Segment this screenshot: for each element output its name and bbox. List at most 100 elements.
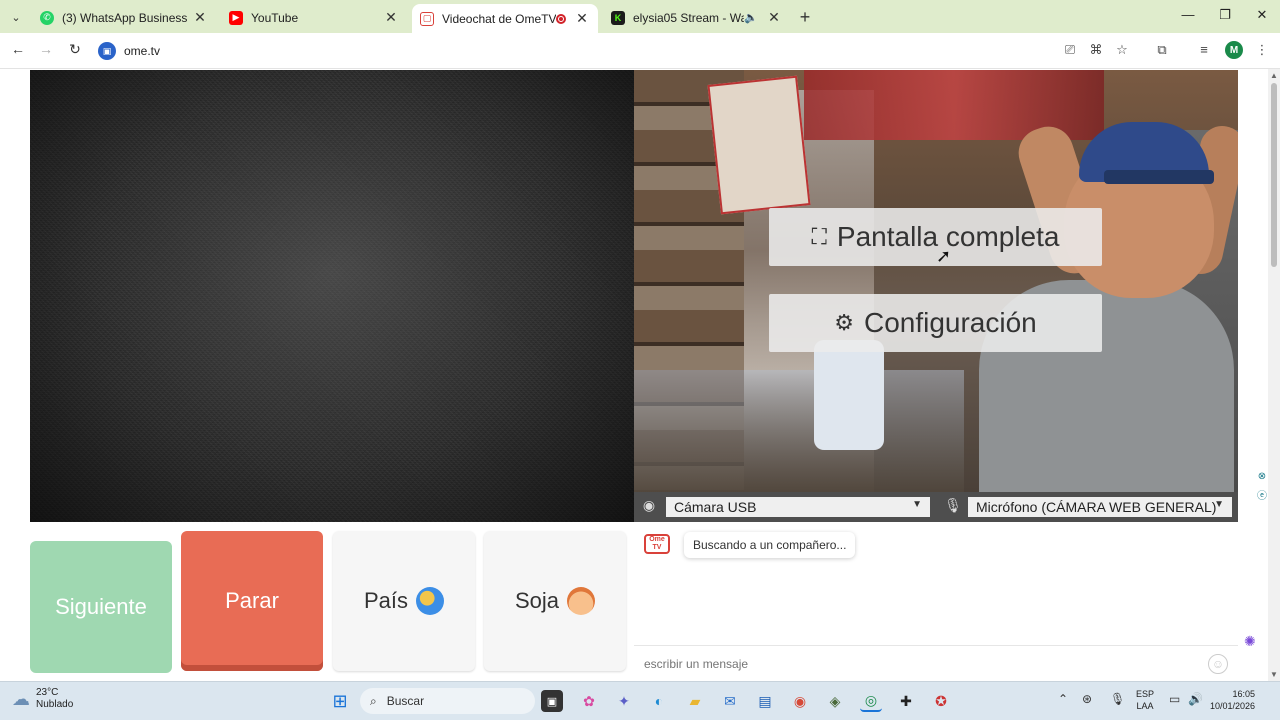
partner-video-static [30,70,634,522]
boy-face-icon [567,587,596,615]
media-control-icon[interactable]: ≡ [1195,42,1213,57]
speaker-icon[interactable]: 🔈 [744,11,758,24]
windows-start-icon[interactable]: ⊞ [329,690,351,712]
video-background [634,370,964,492]
close-tab-icon[interactable]: ✕ [766,9,782,26]
next-button[interactable]: Siguiente [30,541,172,673]
maximize-icon[interactable]: ❐ [1215,7,1235,23]
weather-condition: Nublado [36,699,74,710]
scroll-thumb[interactable] [1271,83,1277,267]
search-label: Buscar [386,694,425,708]
volume-icon[interactable]: 🔊 [1188,692,1203,706]
chat-status-message: Buscando a un compañero... [684,532,856,558]
emoji-icon[interactable]: ☺ [1208,654,1228,674]
close-circle-icon[interactable]: ⊗ [1256,471,1268,485]
edge-icon[interactable]: ◐ [648,690,670,712]
teams-icon[interactable]: ✦ [613,690,635,712]
page-scrollbar[interactable]: ▲ ▼ [1268,69,1280,681]
browser-toolbar: ← → ↻ ▣ ome.tv ⎚ ⌘ ☆ ⧉ ≡ M ⋮ [0,33,1280,69]
extension-e-icon[interactable]: ⓔ [1256,487,1268,502]
assistant-extension-icon[interactable]: ✺ [1244,633,1256,650]
forward-arrow-icon[interactable]: → [36,41,56,57]
search-icon: ⌕ [370,693,377,708]
self-camera-video: ⛶ Pantalla completa ⚙ Configuración ➚ [634,70,1238,492]
microphone-select-value: Micrófono (CÁMARA WEB GENERAL) [976,499,1217,515]
copilot-icon[interactable]: ✿ [578,690,600,712]
close-window-icon[interactable]: ✕ [1252,7,1272,23]
minimize-icon[interactable]: — [1178,7,1198,22]
temperature: 23°C [36,687,59,698]
chrome-icon[interactable]: ◉ [789,690,811,712]
scroll-up-icon[interactable]: ▲ [1270,71,1278,80]
tab-ometv[interactable]: ▢ Videochat de OmeTV: una a ✕ [412,4,598,33]
close-tab-icon[interactable]: ✕ [192,9,208,26]
close-tab-icon[interactable]: ✕ [383,9,399,26]
taskbar-search[interactable]: ⌕ Buscar [360,688,535,714]
kick-icon: K [611,10,625,25]
app-icon[interactable]: ✪ [930,690,952,712]
gender-button-label: Soja [514,588,560,613]
microphone-icon: 🎙 [944,497,962,513]
stop-button[interactable]: Parar [181,531,323,671]
reload-icon[interactable]: ↻ [65,41,85,58]
tab-whatsapp[interactable]: ✆ (3) WhatsApp Business ✕ [32,4,216,31]
recording-icon [556,13,566,24]
message-input[interactable] [634,656,1194,671]
tab-title: YouTube [251,10,299,25]
show-hidden-icons-chevron-icon[interactable]: ⌃ [1058,692,1068,706]
app-icon[interactable]: ✚ [895,690,917,712]
globe-icon [416,587,445,615]
language-indicator[interactable]: ESP LAA [1136,688,1154,712]
tab-title: (3) WhatsApp Business [62,10,188,25]
youtube-icon: ▶ [229,10,243,25]
translate-icon[interactable]: ⌘ [1087,42,1105,58]
tab-search-chevron-icon[interactable]: ⌄ [6,7,26,27]
microphone-select[interactable]: Micrófono (CÁMARA WEB GENERAL) ▼ [968,497,1232,517]
country-button[interactable]: País [333,531,475,671]
microphone-icon[interactable]: 🎙 [1110,692,1125,706]
tab-title: Videochat de OmeTV: una a [442,11,556,26]
address-bar[interactable]: ▣ ome.tv [98,39,1038,63]
scroll-down-icon[interactable]: ▼ [1270,670,1278,679]
close-tab-icon[interactable]: ✕ [574,10,590,27]
windows-taskbar: ☁ 23°C Nublado ⊞ ⌕ Buscar ▣ ✿ ✦ ◐ ▰ ✉ ▤ … [0,681,1280,720]
new-tab-button[interactable]: + [796,7,814,28]
weather-widget[interactable]: ☁ 23°C Nublado [12,687,73,711]
network-icon[interactable]: ▭ [1169,692,1180,706]
menu-kebab-icon[interactable]: ⋮ [1253,42,1271,58]
back-arrow-icon[interactable]: ← [8,41,28,57]
profile-avatar[interactable]: M [1225,41,1243,59]
outlook-icon[interactable]: ✉ [719,690,741,712]
language-code: ESP [1136,689,1155,699]
file-explorer-icon[interactable]: ▰ [684,690,706,712]
stop-button-label: Parar [225,588,279,613]
app-icon[interactable]: ◈ [824,690,846,712]
task-view-icon[interactable]: ▣ [541,690,563,712]
store-icon[interactable]: ▤ [754,690,776,712]
settings-button[interactable]: ⚙ Configuración [769,294,1102,352]
clock-date: 10/01/2026 [1210,701,1256,711]
chrome-profile-icon[interactable]: ◎ [860,690,882,712]
browser-tab-strip: ⌄ ✆ (3) WhatsApp Business ✕ ▶ YouTube ✕ … [0,0,1280,33]
whatsapp-icon: ✆ [40,10,54,25]
tab-title: elysia05 Stream - Watch Liv [633,10,745,25]
gender-button[interactable]: Soja [484,531,626,671]
bookmark-star-icon[interactable]: ☆ [1113,42,1131,58]
site-info-icon[interactable]: ▣ [98,42,116,60]
tab-kick-stream[interactable]: K elysia05 Stream - Watch Liv 🔈 ✕ [603,4,790,31]
extensions-icon[interactable]: ⧉ [1153,42,1171,58]
system-clock[interactable]: 16:05 10/01/2026 [1210,688,1255,712]
url-text: ome.tv [124,44,161,58]
keyboard-layout: LAA [1136,701,1154,711]
cast-icon[interactable]: ⎚ [1061,42,1079,58]
tray-app-icon[interactable]: ⊛ [1082,692,1092,706]
gear-icon: ⚙ [834,310,854,335]
ometv-icon: ▢ [420,11,434,26]
person-cap [1104,170,1214,184]
country-button-label: País [363,588,409,613]
camera-select[interactable]: Cámara USB ▼ [666,497,930,517]
ometv-logo: Ome TV [644,534,670,554]
settings-label: Configuración [863,307,1037,338]
chevron-down-icon: ▼ [1214,499,1224,510]
tab-youtube[interactable]: ▶ YouTube ✕ [221,4,407,31]
